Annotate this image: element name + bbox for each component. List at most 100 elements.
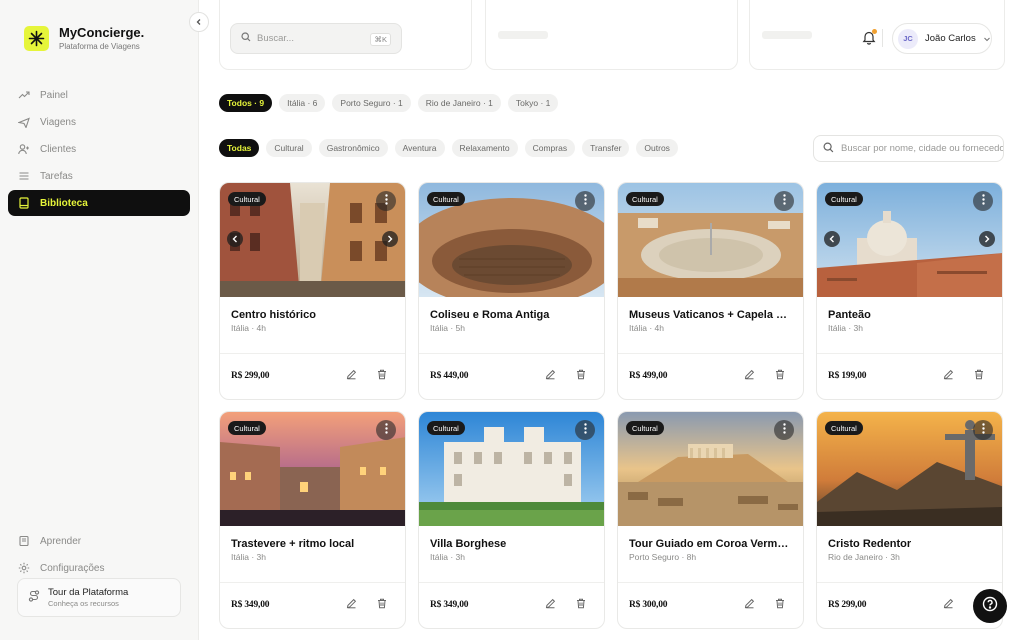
book-open-icon (18, 535, 30, 547)
experience-price: R$ 300,00 (629, 600, 668, 610)
destination-chip[interactable]: Tokyo · 1 (507, 94, 559, 112)
destination-chip[interactable]: Rio de Janeiro · 1 (417, 94, 501, 112)
tour-subtitle: Conheça os recursos (48, 599, 119, 608)
more-vertical-icon (583, 192, 587, 210)
category-chip[interactable]: Compras (524, 139, 576, 157)
experience-price: R$ 349,00 (231, 600, 270, 610)
trash-icon (377, 367, 387, 385)
delete-button[interactable] (375, 369, 389, 383)
next-image-button[interactable] (979, 231, 995, 247)
edit-button[interactable] (344, 598, 358, 612)
edit-button[interactable] (543, 369, 557, 383)
experience-price: R$ 499,00 (629, 371, 668, 381)
category-chip[interactable]: Cultural (266, 139, 312, 157)
book-icon (18, 197, 30, 209)
edit-button[interactable] (543, 598, 557, 612)
route-icon (28, 589, 40, 607)
more-options-button[interactable] (376, 420, 396, 440)
experience-card[interactable]: Cultural Tour Guiado em Coroa Vermelha Por… (617, 411, 804, 629)
experience-card[interactable]: Cultural Museus Vaticanos + Capela Sistin… (617, 182, 804, 400)
tour-card[interactable]: Tour da Plataforma Conheça os recursos (17, 578, 181, 617)
more-vertical-icon (782, 421, 786, 439)
more-options-button[interactable] (973, 420, 993, 440)
pencil-icon (346, 367, 357, 385)
delete-button[interactable] (574, 369, 588, 383)
delete-button[interactable] (773, 369, 787, 383)
category-chip[interactable]: Relaxamento (451, 139, 518, 157)
category-badge: Cultural (228, 421, 266, 435)
divider (817, 353, 1002, 354)
category-filters: Todas Cultural Gastronômico Aventura Relaxam… (219, 139, 678, 157)
global-search[interactable]: Buscar... ⌘K (230, 23, 402, 54)
delete-button[interactable] (574, 598, 588, 612)
experience-card[interactable]: Cultural Trastevere + ritmo local Itália ·… (219, 411, 406, 629)
main-nav: Painel Viagens Clientes Tarefas Biblioteca (8, 82, 190, 217)
experience-title: Centro histórico (231, 309, 316, 321)
trend-icon (18, 89, 30, 101)
category-chip[interactable]: Aventura (394, 139, 445, 157)
more-options-button[interactable] (575, 191, 595, 211)
destination-chip[interactable]: Itália · 6 (279, 94, 326, 112)
more-options-button[interactable] (774, 191, 794, 211)
experience-meta: Itália · 3h (828, 323, 863, 333)
more-options-button[interactable] (774, 420, 794, 440)
experience-title: Panteão (828, 309, 871, 321)
sidebar-item-aprender[interactable]: Aprender (8, 528, 190, 554)
more-options-button[interactable] (575, 420, 595, 440)
brand[interactable]: MyConcierge. Plataforma de Viagens (24, 26, 144, 51)
experience-card[interactable]: Cultural Coliseu e Roma Antiga Itália · 5h… (418, 182, 605, 400)
experience-card[interactable]: Cultural Panteão Itália · 3h R$ 199,00 (816, 182, 1003, 400)
sidebar-item-label: Clientes (40, 143, 77, 155)
divider (618, 582, 803, 583)
sidebar-item-clientes[interactable]: Clientes (8, 136, 190, 162)
edit-button[interactable] (742, 598, 756, 612)
experience-meta: Itália · 4h (231, 323, 266, 333)
more-options-button[interactable] (376, 191, 396, 211)
destination-chip[interactable]: Porto Seguro · 1 (332, 94, 411, 112)
edit-button[interactable] (742, 369, 756, 383)
experience-price: R$ 199,00 (828, 371, 867, 381)
experience-title: Cristo Redentor (828, 538, 912, 550)
sidebar-item-tarefas[interactable]: Tarefas (8, 163, 190, 189)
category-chip[interactable]: Gastronômico (318, 139, 388, 157)
delete-button[interactable] (375, 598, 389, 612)
user-plus-icon (18, 143, 30, 155)
card-search-input[interactable]: Buscar por nome, cidade ou fornecedor (813, 135, 1004, 162)
notification-dot (872, 29, 877, 34)
more-options-button[interactable] (973, 191, 993, 211)
destination-chip[interactable]: Todos · 9 (219, 94, 273, 112)
prev-image-button[interactable] (824, 231, 840, 247)
category-chip[interactable]: Outros (636, 139, 678, 157)
category-chip[interactable]: Transfer (582, 139, 630, 157)
help-icon (982, 596, 998, 617)
edit-button[interactable] (941, 369, 955, 383)
category-chip[interactable]: Todas (219, 139, 260, 157)
edit-button[interactable] (941, 598, 955, 612)
collapse-sidebar-button[interactable] (189, 12, 209, 32)
search-icon (823, 141, 834, 156)
sidebar-item-label: Painel (40, 89, 68, 101)
edit-button[interactable] (344, 369, 358, 383)
divider (882, 29, 883, 47)
pencil-icon (545, 596, 556, 614)
sidebar-item-label: Tarefas (40, 170, 73, 182)
user-menu[interactable]: JC João Carlos (892, 23, 992, 54)
notifications-button[interactable] (862, 29, 877, 50)
experience-meta: Itália · 4h (629, 323, 664, 333)
divider (220, 582, 405, 583)
sidebar-item-painel[interactable]: Painel (8, 82, 190, 108)
experience-card[interactable]: Cultural Villa Borghese Itália · 3h R$ 349,… (418, 411, 605, 629)
delete-button[interactable] (773, 598, 787, 612)
experience-meta: Itália · 5h (430, 323, 465, 333)
sidebar-item-viagens[interactable]: Viagens (8, 109, 190, 135)
prev-image-button[interactable] (227, 231, 243, 247)
delete-button[interactable] (972, 369, 986, 383)
experience-card[interactable]: Cultural Centro histórico Itália · 4h R$ 29… (219, 182, 406, 400)
more-vertical-icon (782, 192, 786, 210)
divider (220, 353, 405, 354)
bottom-nav: Aprender Configurações (8, 528, 190, 582)
next-image-button[interactable] (382, 231, 398, 247)
sidebar-item-biblioteca[interactable]: Biblioteca (8, 190, 190, 216)
help-button[interactable] (973, 589, 1007, 623)
brand-logo (24, 26, 49, 51)
